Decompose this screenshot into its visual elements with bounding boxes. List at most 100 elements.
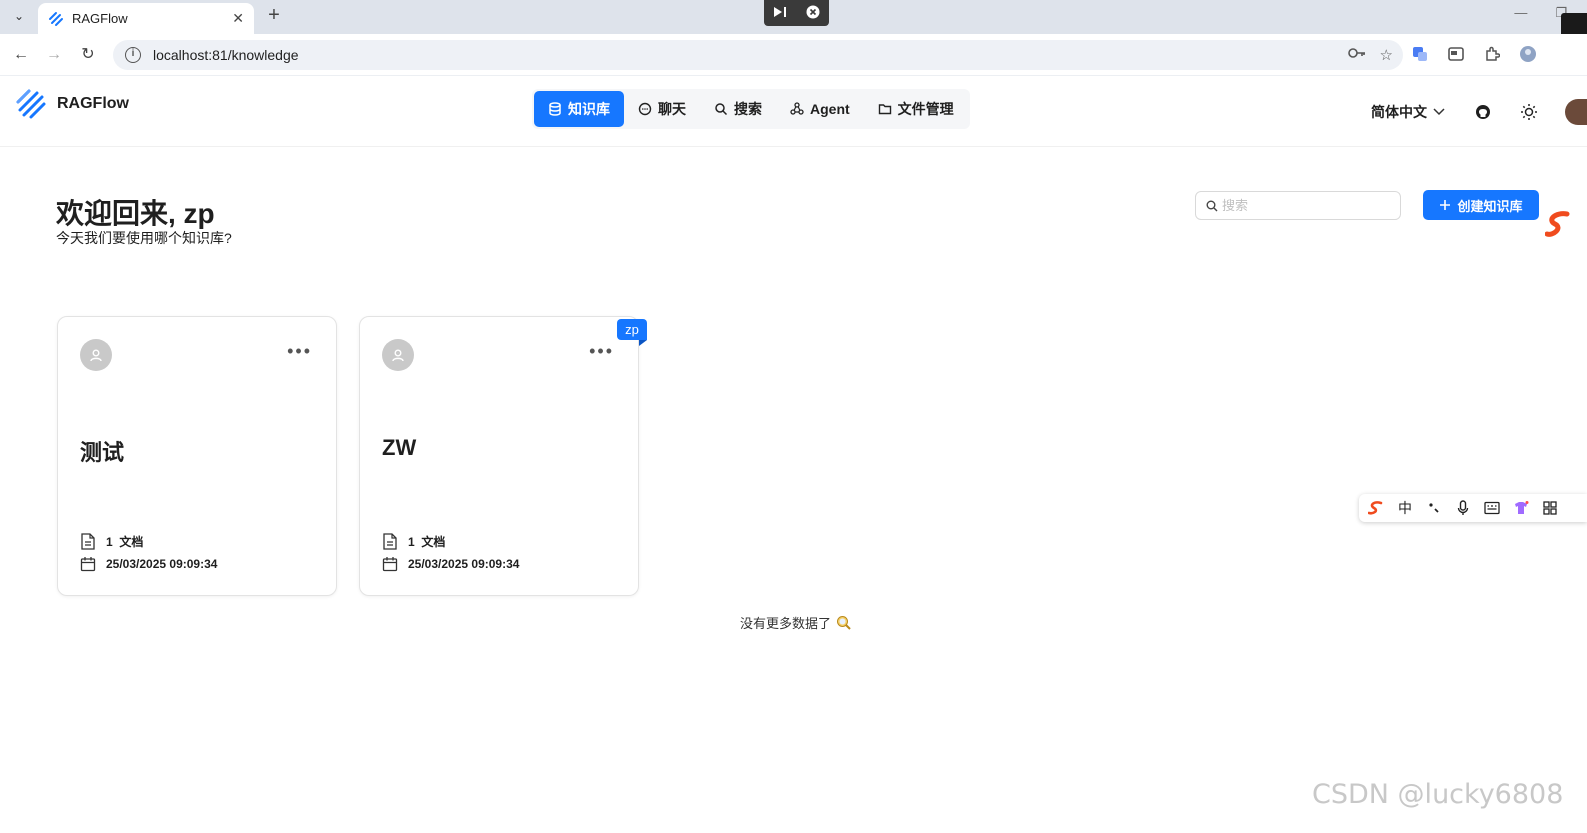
logo[interactable]: RAGFlow [15, 88, 129, 120]
nav-knowledge-base[interactable]: 知识库 [534, 91, 624, 127]
document-icon [81, 533, 95, 550]
ime-chinese-mode[interactable]: 中 [1396, 499, 1414, 517]
keyboard-icon[interactable] [1483, 499, 1501, 517]
watermark: CSDN @lucky6808 [1312, 779, 1564, 810]
more-options-icon[interactable]: ••• [287, 341, 312, 362]
back-arrow-icon[interactable]: ← [10, 44, 32, 66]
nav-label: Agent [810, 101, 850, 117]
toolbox-grid-icon[interactable] [1541, 499, 1559, 517]
plus-icon [1440, 200, 1451, 210]
ragflow-favicon-icon [49, 11, 63, 26]
nav-search[interactable]: 搜索 [700, 91, 776, 127]
address-bar[interactable]: i localhost:81/knowledge ☆ [113, 40, 1403, 70]
browser-tab-ragflow[interactable]: RAGFlow ✕ [38, 3, 254, 34]
nav-label: 文件管理 [897, 101, 954, 117]
nav-file-management[interactable]: 文件管理 [864, 91, 968, 127]
owner-badge-tail [639, 340, 647, 346]
omnibox-actions: ☆ [1347, 46, 1393, 64]
date-text: 25/03/2025 09:09:34 [408, 557, 520, 571]
card-title: ZW [382, 435, 417, 460]
owner-badge: zp [617, 319, 647, 340]
create-knowledge-base-button[interactable]: 创建知识库 [1423, 190, 1539, 220]
translate-extension-icon[interactable] [1410, 44, 1430, 64]
nav-label: 搜索 [734, 101, 762, 117]
card-date: 25/03/2025 09:09:34 [80, 556, 217, 572]
punctuation-icon[interactable] [1425, 499, 1443, 517]
page-title: 欢迎回来, zp [56, 198, 215, 229]
extensions-puzzle-icon[interactable] [1482, 44, 1502, 64]
language-label: 简体中文 [1371, 104, 1427, 120]
card-avatar [382, 339, 414, 371]
sogou-floating-logo-icon[interactable] [1545, 210, 1587, 240]
nav-label: 知识库 [568, 101, 610, 117]
browser-toolbar: ← → ↻ i localhost:81/knowledge ☆ [0, 34, 1587, 76]
header-right: 简体中文 [1371, 99, 1587, 125]
chevron-down-icon [1433, 108, 1445, 116]
user-icon [90, 349, 102, 362]
app-header: RAGFlow 知识库 聊天 搜索 Agent 文件管理 简体中文 [0, 77, 1587, 147]
ime-toolbar: 中 [1359, 494, 1587, 522]
password-key-icon[interactable] [1347, 46, 1366, 64]
no-more-text: 没有更多数据了 [740, 616, 832, 631]
forward-arrow-icon[interactable]: → [43, 44, 65, 66]
card-doc-count: 1 文档 [382, 533, 445, 550]
theme-sun-icon[interactable] [1519, 102, 1539, 122]
card-title: 测试 [80, 440, 125, 465]
profile-avatar-icon[interactable] [1518, 44, 1538, 64]
reload-icon[interactable]: ↻ [77, 44, 99, 66]
sogou-logo-icon[interactable] [1367, 499, 1385, 517]
microphone-icon[interactable] [1454, 499, 1472, 517]
tab-title: RAGFlow [72, 11, 128, 26]
window-controls: — ❐ [1514, 5, 1567, 21]
ragflow-logo-icon [16, 89, 46, 119]
doc-unit: 文档 [421, 535, 446, 549]
bookmark-star-icon[interactable]: ☆ [1380, 46, 1393, 64]
cast-close-icon[interactable] [806, 5, 820, 22]
user-avatar[interactable] [1565, 99, 1587, 125]
browser-tab-strip: ⌄ RAGFlow ✕ + — ❐ [0, 0, 1587, 43]
folder-icon [878, 104, 891, 115]
remote-control-pill[interactable] [764, 0, 829, 26]
cast-arrow-icon[interactable] [773, 6, 787, 21]
new-tab-button[interactable]: + [262, 4, 286, 28]
skin-shirt-icon[interactable] [1512, 499, 1530, 517]
tab-list-chevron-icon[interactable]: ⌄ [6, 4, 32, 28]
calendar-icon [80, 557, 96, 572]
database-icon [549, 102, 561, 116]
knowledge-search[interactable] [1195, 191, 1401, 220]
user-icon [392, 349, 404, 362]
page-subtitle: 今天我们要使用哪个知识库? [56, 230, 232, 246]
more-options-icon[interactable]: ••• [589, 341, 614, 362]
calendar-icon [382, 557, 398, 572]
extension-icons [1410, 44, 1538, 64]
card-date: 25/03/2025 09:09:34 [382, 556, 519, 572]
screenshot-extension-icon[interactable] [1446, 44, 1466, 64]
url-text[interactable]: localhost:81/knowledge [153, 47, 299, 63]
minimize-icon[interactable]: — [1514, 5, 1527, 21]
logo-text: RAGFlow [57, 95, 129, 112]
nav-label: 聊天 [658, 101, 686, 117]
search-emoji-icon [837, 616, 851, 630]
tab-close-icon[interactable]: ✕ [232, 10, 244, 27]
language-selector[interactable]: 简体中文 [1371, 102, 1445, 122]
nav-agent[interactable]: Agent [776, 91, 864, 127]
no-more-data: 没有更多数据了 [740, 613, 851, 632]
create-button-label: 创建知识库 [1457, 198, 1523, 214]
date-text: 25/03/2025 09:09:34 [106, 557, 218, 571]
agent-graph-icon [790, 102, 804, 115]
chat-bubble-icon [638, 102, 652, 116]
card-doc-count: 1 文档 [80, 533, 143, 550]
search-icon [715, 103, 728, 116]
nav-chat[interactable]: 聊天 [624, 91, 700, 127]
knowledge-card[interactable]: ••• 测试 1 文档 25/03/2025 09:09:34 [57, 316, 337, 596]
github-icon[interactable] [1473, 102, 1493, 122]
doc-unit: 文档 [119, 535, 144, 549]
knowledge-card[interactable]: ••• ZW 1 文档 25/03/2025 09:09:34 [359, 316, 639, 596]
site-info-icon[interactable]: i [125, 47, 141, 63]
search-input[interactable] [1222, 198, 1392, 213]
main-nav: 知识库 聊天 搜索 Agent 文件管理 [532, 89, 970, 129]
search-icon [1206, 200, 1218, 211]
document-icon [383, 533, 397, 550]
card-avatar [80, 339, 112, 371]
doc-count: 1 [106, 535, 113, 549]
